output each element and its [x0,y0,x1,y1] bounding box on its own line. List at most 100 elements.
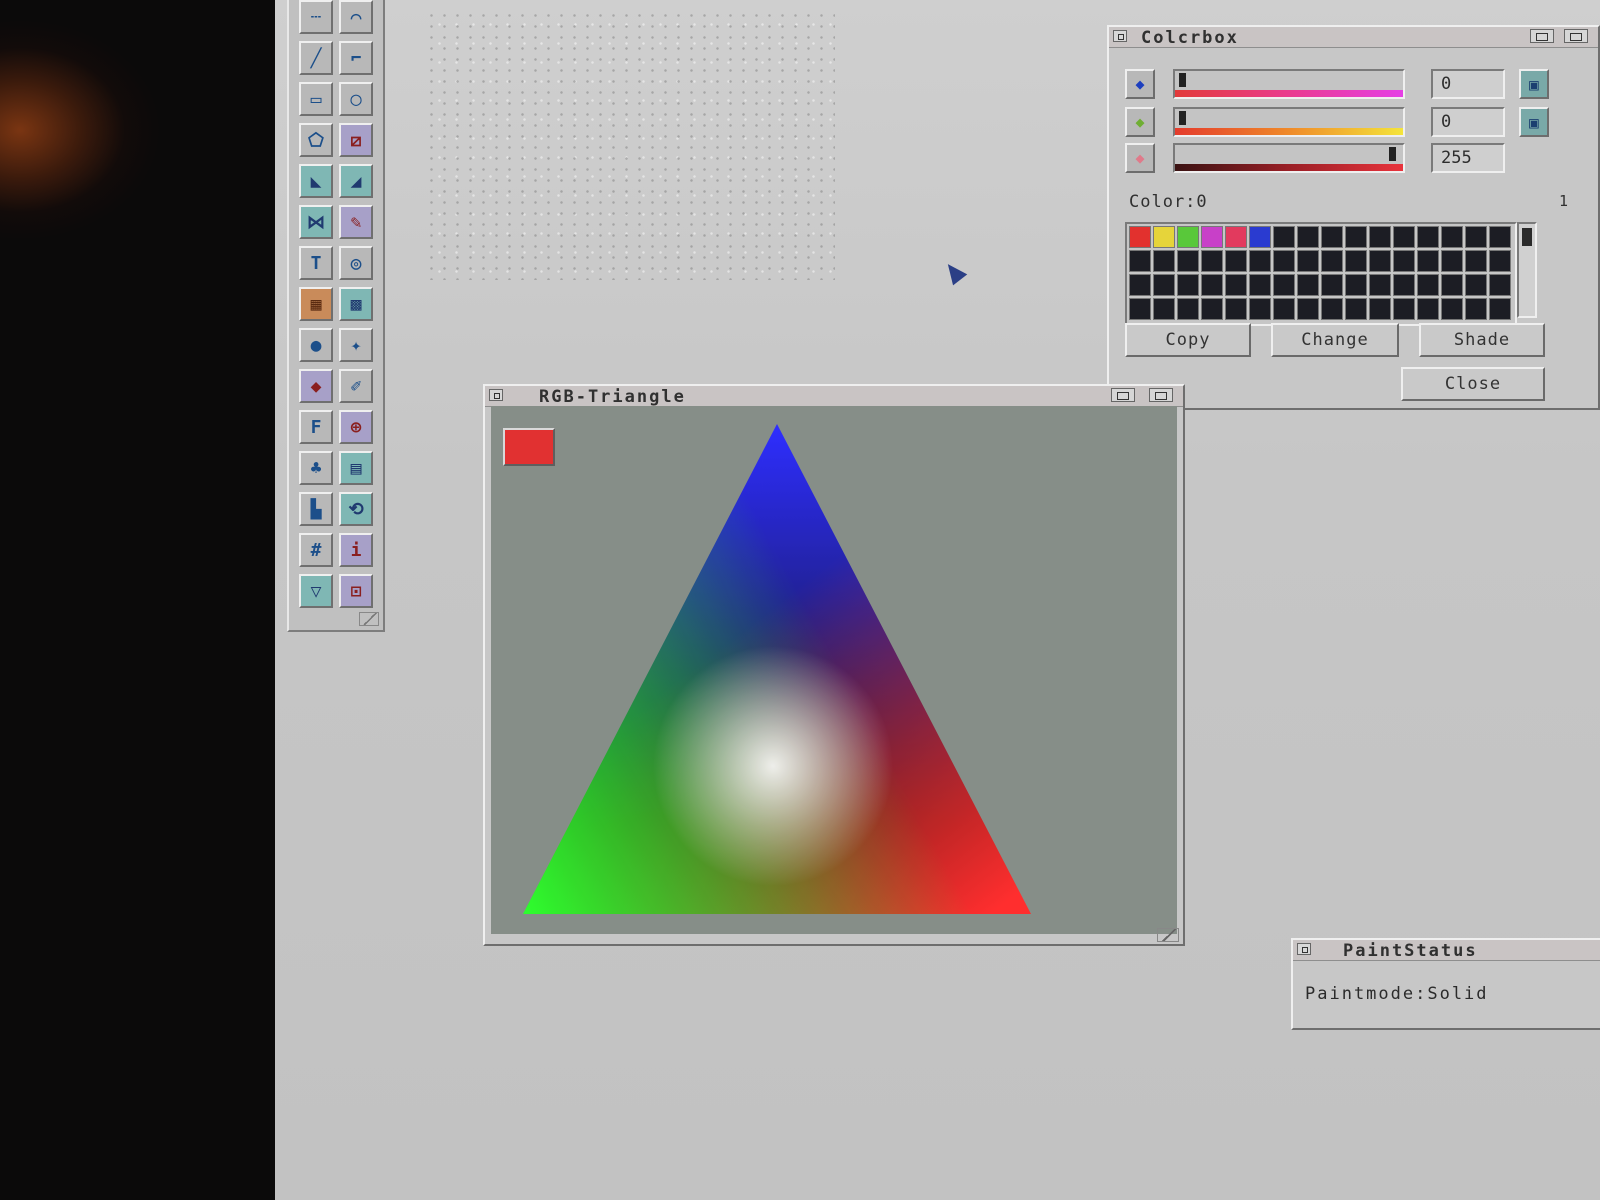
palette-swatch[interactable] [1393,298,1415,320]
slider-knob[interactable] [1389,147,1396,161]
resize-icon[interactable] [359,612,379,626]
palette-swatch[interactable] [1321,250,1343,272]
rgb-triangle-graphic[interactable] [491,406,1177,934]
line-icon[interactable]: ╱ [299,41,333,75]
text-icon[interactable]: T [299,246,333,280]
palette-swatch[interactable] [1465,226,1487,248]
palette-swatch[interactable] [1369,250,1391,272]
green-value-field[interactable]: 0 [1431,107,1505,137]
palette-swatch[interactable] [1225,226,1247,248]
green-diamond-icon[interactable]: ◆ [1125,107,1155,137]
palette-swatch[interactable] [1417,250,1439,272]
palette-swatch[interactable] [1345,274,1367,296]
palette-swatch[interactable] [1177,298,1199,320]
curve-icon[interactable]: ⌒ [339,0,373,34]
red-slider[interactable] [1173,69,1405,99]
palette-swatch[interactable] [1201,226,1223,248]
palette-scrollbar[interactable] [1517,222,1537,318]
slider-knob[interactable] [1179,111,1186,125]
zoom-gadget-icon[interactable] [1530,29,1554,43]
depth-gadget-icon[interactable] [1149,388,1173,402]
gradient-right-icon[interactable]: ◢ [339,164,373,198]
palette-swatch[interactable] [1297,250,1319,272]
palette-swatch[interactable] [1153,274,1175,296]
grid-icon[interactable]: # [299,533,333,567]
info-icon[interactable]: i [339,533,373,567]
rgb-titlebar[interactable]: RGB-Triangle [485,386,1183,407]
zoom-gadget-icon[interactable] [1111,388,1135,402]
close-button[interactable]: Close [1401,367,1545,401]
palette-swatch[interactable] [1225,298,1247,320]
ellipse-icon[interactable]: ◯ [339,82,373,116]
transform-icon[interactable]: ⟲ [339,492,373,526]
palette-swatch[interactable] [1297,274,1319,296]
freehand-icon[interactable]: ┄ [299,0,333,34]
palette-swatch[interactable] [1393,250,1415,272]
palette-swatch[interactable] [1201,298,1223,320]
copy-button[interactable]: Copy [1125,323,1251,357]
fill-icon[interactable]: ⧄ [339,123,373,157]
mirror-icon[interactable]: ⋈ [299,205,333,239]
palette-swatch[interactable] [1249,250,1271,272]
palette-swatch[interactable] [1345,226,1367,248]
palette-swatch[interactable] [1273,250,1295,272]
brush-icon[interactable]: ✎ [339,205,373,239]
palette-swatch[interactable] [1201,274,1223,296]
change-button[interactable]: Change [1271,323,1399,357]
palette-swatch[interactable] [1273,298,1295,320]
palette-swatch[interactable] [1417,298,1439,320]
palette-edit-icon[interactable]: ✐ [339,369,373,403]
palette-swatch[interactable] [1297,226,1319,248]
polygon-icon[interactable]: ⬠ [299,123,333,157]
colorbox-titlebar[interactable]: Colcrbox [1109,27,1598,48]
palette-swatch[interactable] [1369,298,1391,320]
palette-swatch[interactable] [1345,298,1367,320]
font-icon[interactable]: F [299,410,333,444]
close-gadget-icon[interactable] [1297,943,1311,955]
palette-swatch[interactable] [1249,226,1271,248]
pink-diamond-icon[interactable]: ◆ [1125,143,1155,173]
palette-swatch[interactable] [1345,250,1367,272]
palette-swatch[interactable] [1417,226,1439,248]
rgb-triangle-canvas[interactable] [491,406,1177,934]
palette-swatch[interactable] [1129,298,1151,320]
palette-swatch[interactable] [1369,226,1391,248]
palette-swatch[interactable] [1177,250,1199,272]
color-pick-icon[interactable]: ◆ [299,369,333,403]
funnel-icon[interactable]: ▽ [299,574,333,608]
palette-swatch[interactable] [1489,250,1511,272]
palette-swatch[interactable] [1489,298,1511,320]
palette-swatch[interactable] [1129,274,1151,296]
palette-swatch[interactable] [1321,226,1343,248]
palette-swatch[interactable] [1489,274,1511,296]
arc-icon[interactable]: ⌐ [339,41,373,75]
palette-swatch[interactable] [1393,274,1415,296]
paintstatus-titlebar[interactable]: PaintStatus [1293,940,1600,961]
close-gadget-icon[interactable] [489,389,503,401]
palette-swatch[interactable] [1153,226,1175,248]
palette-swatch[interactable] [1465,298,1487,320]
palette-swatch[interactable] [1441,226,1463,248]
palette-swatch[interactable] [1225,250,1247,272]
sphere-icon[interactable]: ● [299,328,333,362]
monitor-icon[interactable]: ⊡ [339,574,373,608]
palette-swatch[interactable] [1249,274,1271,296]
layers-icon[interactable]: ▙ [299,492,333,526]
blue-diamond-icon[interactable]: ◆ [1125,69,1155,99]
palette-swatch[interactable] [1201,250,1223,272]
copy-palette-icon[interactable]: ▣ [1519,69,1549,99]
depth-gadget-icon[interactable] [1564,29,1588,43]
slider-knob[interactable] [1179,73,1186,87]
palette-swatch[interactable] [1273,274,1295,296]
palette-swatch[interactable] [1129,250,1151,272]
red-value-field[interactable]: 0 [1431,69,1505,99]
palette-swatch[interactable] [1321,298,1343,320]
palette-swatch[interactable] [1465,250,1487,272]
stamp-icon[interactable]: ♣ [299,451,333,485]
palette-swatch[interactable] [1225,274,1247,296]
palette-swatch[interactable] [1177,274,1199,296]
lightbulb-icon[interactable]: ✦ [339,328,373,362]
palette-swatch[interactable] [1297,298,1319,320]
palette-swatch[interactable] [1489,226,1511,248]
magnify-icon[interactable]: ⊕ [339,410,373,444]
